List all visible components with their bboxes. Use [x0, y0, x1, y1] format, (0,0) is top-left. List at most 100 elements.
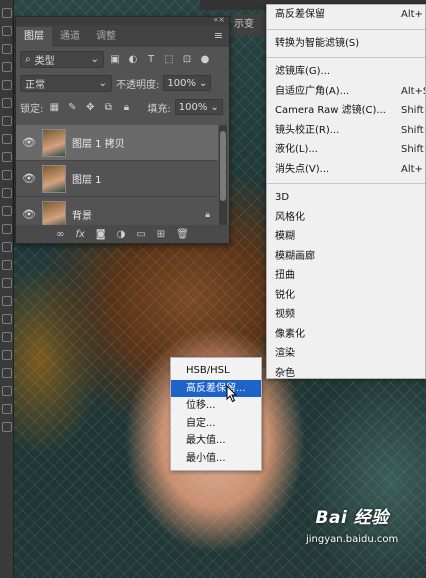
collapse-icon[interactable]: «× — [213, 15, 225, 24]
quick-select-tool-icon[interactable] — [2, 62, 12, 72]
pen-tool-icon[interactable] — [2, 260, 12, 270]
edit-toolbar-icon[interactable] — [2, 368, 12, 378]
menu-item-camera-raw[interactable]: Camera Raw 滤镜(C)...Shift+ — [267, 101, 425, 121]
menu-item-blur[interactable]: 模糊 — [267, 227, 425, 247]
lock-image-icon[interactable]: ✎ — [65, 102, 79, 113]
eye-icon[interactable]: 👁︎ — [22, 172, 36, 185]
new-group-icon[interactable]: ▭ — [136, 229, 145, 240]
filter-shape-icon[interactable]: ⬚ — [162, 54, 176, 65]
layer-thumbnail — [42, 164, 66, 193]
opacity-value: 100% — [167, 77, 196, 89]
menu-item-distort[interactable]: 扭曲 — [267, 266, 425, 286]
path-select-tool-icon[interactable] — [2, 296, 12, 306]
fill-field[interactable]: 100% ⌄ — [174, 99, 223, 115]
menu-item-lens-correction[interactable]: 镜头校正(R)...Shift+ — [267, 121, 425, 141]
scrollbar-thumb[interactable] — [220, 131, 226, 201]
blend-mode-select[interactable]: 正常 ⌄ — [20, 74, 112, 92]
lock-label: 锁定: — [20, 103, 44, 115]
eraser-tool-icon[interactable] — [2, 188, 12, 198]
tab-adjustments[interactable]: 调整 — [88, 27, 124, 47]
gradient-tool-icon[interactable] — [2, 206, 12, 216]
lock-artboard-icon[interactable]: ⧉ — [101, 102, 115, 113]
hand-tool-icon[interactable] — [2, 332, 12, 342]
other-submenu: HSB/HSL 高反差保留... 位移... 自定... 最大值... 最小值.… — [170, 357, 262, 471]
layer-row[interactable]: 👁︎ 图层 1 — [16, 161, 218, 197]
blend-row: 正常 ⌄ 不透明度: 100% ⌄ — [16, 71, 229, 95]
menu-item-video[interactable]: 视频 — [267, 305, 425, 325]
menu-item-pixelate[interactable]: 像素化 — [267, 325, 425, 345]
layer-name: 图层 1 — [72, 175, 102, 186]
filter-smart-object-icon[interactable]: ⊡ — [180, 54, 194, 65]
tools-toolbar — [0, 0, 14, 578]
adjustment-layer-icon[interactable]: ◑ — [117, 229, 126, 240]
submenu-item-hsb-hsl[interactable]: HSB/HSL — [171, 362, 261, 380]
fill-label: 填充: — [147, 103, 171, 115]
blur-tool-icon[interactable] — [2, 224, 12, 234]
foreground-color-icon[interactable] — [2, 386, 12, 396]
chevron-down-icon: ⌄ — [98, 77, 107, 89]
layer-thumbnail — [42, 200, 66, 225]
filter-pixel-icon[interactable]: ▣ — [108, 54, 122, 65]
menu-item-noise[interactable]: 杂色 — [267, 364, 425, 379]
layer-row[interactable]: 👁︎ 背景 🔒︎ — [16, 197, 218, 225]
type-tool-icon[interactable] — [2, 278, 12, 288]
panel-menu-icon[interactable]: ≡ — [214, 29, 223, 42]
healing-tool-icon[interactable] — [2, 116, 12, 126]
tab-layers[interactable]: 图层 — [16, 27, 52, 47]
lock-icon: 🔒︎ — [205, 209, 210, 220]
submenu-item-maximum[interactable]: 最大值... — [171, 432, 261, 450]
crop-tool-icon[interactable] — [2, 80, 12, 90]
link-layers-icon[interactable]: ∞ — [56, 229, 64, 240]
lock-transparent-icon[interactable]: ▦ — [47, 102, 61, 113]
layer-name: 图层 1 拷贝 — [72, 139, 125, 150]
quick-mask-icon[interactable] — [2, 404, 12, 414]
fx-icon[interactable]: fx — [75, 229, 84, 240]
dodge-tool-icon[interactable] — [2, 242, 12, 252]
submenu-item-high-pass[interactable]: 高反差保留... — [171, 379, 261, 397]
lock-position-icon[interactable]: ✥ — [83, 102, 97, 113]
menu-item-last-filter[interactable]: 高反差保留 Alt+ — [267, 5, 425, 25]
menu-item-render[interactable]: 渲染 — [267, 344, 425, 364]
stamp-tool-icon[interactable] — [2, 152, 12, 162]
lock-all-icon[interactable]: 🔒︎ — [119, 102, 133, 113]
history-brush-tool-icon[interactable] — [2, 170, 12, 180]
menu-item-blur-gallery[interactable]: 模糊画廊 — [267, 247, 425, 267]
document-title-fragment: 示变 — [232, 14, 270, 36]
marquee-tool-icon[interactable] — [2, 26, 12, 36]
shape-tool-icon[interactable] — [2, 314, 12, 324]
zoom-tool-icon[interactable] — [2, 350, 12, 360]
submenu-item-custom[interactable]: 自定... — [171, 415, 261, 433]
brush-tool-icon[interactable] — [2, 134, 12, 144]
filter-adjustment-icon[interactable]: ◐ — [126, 54, 140, 65]
menu-item-liquify[interactable]: 液化(L)...Shift+ — [267, 140, 425, 160]
layer-row[interactable]: 👁︎ 图层 1 拷贝 — [16, 125, 218, 161]
eye-icon[interactable]: 👁︎ — [22, 136, 36, 149]
filter-type-icon[interactable]: T — [144, 54, 158, 65]
filter-toggle-icon[interactable]: ● — [198, 54, 212, 65]
panel-titlebar[interactable]: «× — [16, 15, 229, 25]
move-tool-icon[interactable] — [2, 8, 12, 18]
menu-item-convert-smart-filter[interactable]: 转换为智能滤镜(S) — [267, 34, 425, 54]
menu-item-vanishing-point[interactable]: 消失点(V)... Alt+ — [267, 160, 425, 180]
submenu-item-minimum[interactable]: 最小值... — [171, 450, 261, 468]
menu-item-adaptive-wide-angle[interactable]: 自适应广角(A)...Alt+Shift+ — [267, 82, 425, 102]
trash-icon[interactable]: 🗑︎ — [176, 229, 189, 240]
opacity-field[interactable]: 100% ⌄ — [163, 75, 212, 91]
screen-mode-icon[interactable] — [2, 422, 12, 432]
layers-list: 👁︎ 图层 1 拷贝 👁︎ 图层 1 👁︎ 背景 🔒︎ — [16, 125, 218, 225]
layers-scrollbar[interactable] — [219, 125, 227, 225]
kind-filter-value: 类型 — [34, 55, 55, 67]
tab-channels[interactable]: 通道 — [52, 27, 88, 47]
menu-item-sharpen[interactable]: 锐化 — [267, 286, 425, 306]
panel-tabs: 图层 通道 调整 ≡ — [16, 25, 229, 47]
menu-item-3d[interactable]: 3D — [267, 188, 425, 208]
new-layer-icon[interactable]: ⊞ — [157, 229, 165, 240]
add-mask-icon[interactable]: ◙ — [96, 229, 106, 240]
eye-icon[interactable]: 👁︎ — [22, 208, 36, 221]
eyedropper-tool-icon[interactable] — [2, 98, 12, 108]
submenu-item-offset[interactable]: 位移... — [171, 397, 261, 415]
kind-filter-select[interactable]: ⌕ 类型 ⌄ — [20, 50, 104, 68]
menu-item-stylize[interactable]: 风格化 — [267, 208, 425, 228]
lasso-tool-icon[interactable] — [2, 44, 12, 54]
menu-item-filter-gallery[interactable]: 滤镜库(G)... — [267, 62, 425, 82]
